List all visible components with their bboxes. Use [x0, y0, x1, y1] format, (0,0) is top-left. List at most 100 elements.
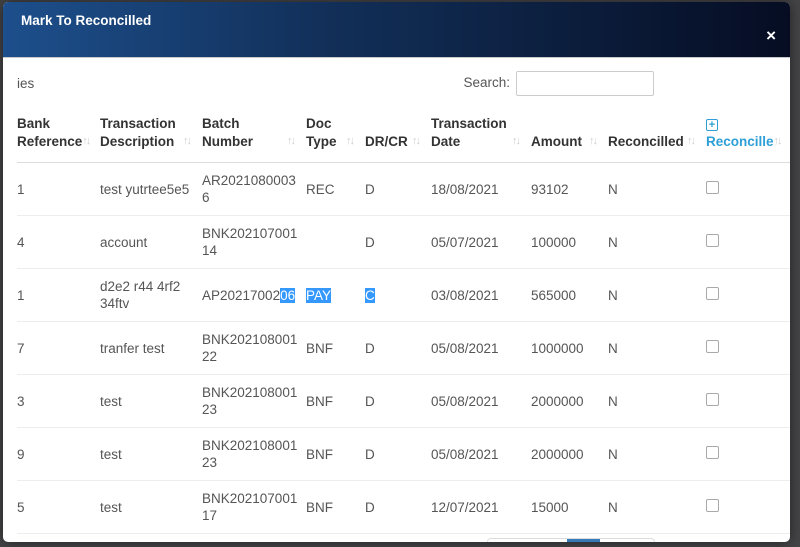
- column-label: Reference: [17, 133, 82, 150]
- column-header-reconcilled[interactable]: Reconcilled↑↓: [608, 109, 706, 163]
- cell-amount: 15000: [531, 481, 608, 534]
- column-header-batch_number[interactable]: BatchNumber↑↓: [202, 109, 306, 163]
- column-label: Type: [306, 133, 337, 150]
- cell-bank-reference: 3: [17, 375, 100, 428]
- column-header-top-line: Batch: [202, 115, 296, 133]
- reconcile-checkbox[interactable]: [706, 340, 719, 353]
- pagination-page-1[interactable]: 1: [567, 539, 601, 542]
- cell-batch-number: BNK20210700117: [202, 481, 306, 534]
- cell-transaction-description: d2e2 r44 4rf2 34ftv: [100, 269, 202, 322]
- cell-transaction-date: 05/08/2021: [431, 322, 531, 375]
- pagination-next[interactable]: Next: [600, 539, 654, 542]
- cell-batch-number: AR20210800036: [202, 163, 306, 216]
- reconcile-checkbox[interactable]: [706, 234, 719, 247]
- column-label: Reconcille: [706, 133, 774, 150]
- cell-amount: 93102: [531, 163, 608, 216]
- cell-reconcilled: N: [608, 428, 706, 481]
- cell-reconcilled: N: [608, 163, 706, 216]
- cell-batch-number: AP2021700206: [202, 269, 306, 322]
- sort-icon: ↑↓: [589, 133, 598, 150]
- cell-bank-reference: 1: [17, 163, 100, 216]
- cell-doc-type: BNF: [306, 428, 365, 481]
- sort-icon: ↑↓: [774, 133, 783, 150]
- column-header-dr_cr[interactable]: DR/CR↑↓: [365, 109, 431, 163]
- column-header-transaction_date[interactable]: TransactionDate ↑↓: [431, 109, 531, 163]
- close-icon[interactable]: ×: [766, 28, 776, 44]
- column-header-top-line: Transaction: [100, 115, 192, 133]
- table-header-row: BankReference↑↓TransactionDescription↑↓B…: [17, 109, 790, 163]
- column-header-top-line: Transaction: [431, 115, 521, 133]
- sort-icon: ↑↓: [82, 133, 91, 150]
- column-header-transaction_description[interactable]: TransactionDescription ↑↓: [100, 109, 202, 163]
- pagination-previous[interactable]: Previous: [488, 539, 567, 542]
- column-header-top-line: +: [706, 115, 781, 133]
- search-label: Search:: [463, 75, 510, 90]
- sort-icon: ↑↓: [687, 133, 696, 150]
- column-header-top-line: [531, 115, 598, 133]
- entries-text-clipped: ies: [17, 76, 34, 91]
- search-input[interactable]: [516, 71, 654, 96]
- table-toolbar: ies Search:: [17, 73, 778, 101]
- cell-transaction-date: 05/07/2021: [431, 216, 531, 269]
- table-row: 9testBNK20210800123BNFD05/08/20212000000…: [17, 428, 790, 481]
- cell-bank-reference: 4: [17, 216, 100, 269]
- reconcile-checkbox[interactable]: [706, 181, 719, 194]
- cell-batch-number: BNK20210700114: [202, 216, 306, 269]
- reconcile-checkbox[interactable]: [706, 446, 719, 459]
- column-header-amount[interactable]: Amount↑↓: [531, 109, 608, 163]
- column-label: Reconcilled: [608, 133, 684, 150]
- reconcile-checkbox[interactable]: [706, 499, 719, 512]
- sort-icon: ↑↓: [183, 133, 192, 150]
- cell-dr-cr: D: [365, 428, 431, 481]
- sort-icon: ↑↓: [412, 133, 421, 150]
- cell-amount: 2000000: [531, 428, 608, 481]
- cell-reconcile: [706, 481, 790, 534]
- cell-dr-cr: D: [365, 216, 431, 269]
- cell-transaction-date: 18/08/2021: [431, 163, 531, 216]
- cell-doc-type: [306, 216, 365, 269]
- dialog-header: Mark To Reconcilled ×: [3, 2, 790, 58]
- table-body: 1test yutrtee5e5AR20210800036RECD18/08/2…: [17, 163, 790, 534]
- cell-bank-reference: 5: [17, 481, 100, 534]
- table-row: 1test yutrtee5e5AR20210800036RECD18/08/2…: [17, 163, 790, 216]
- reconcile-checkbox[interactable]: [706, 287, 719, 300]
- dialog-body: ies Search: BankReference↑↓TransactionDe…: [3, 58, 790, 542]
- cell-reconcile: [706, 375, 790, 428]
- column-label: Date: [431, 133, 460, 150]
- column-header-top-line: [608, 115, 696, 133]
- selected-text: C: [365, 288, 375, 303]
- sort-icon: ↑↓: [512, 133, 521, 150]
- cell-bank-reference: 7: [17, 322, 100, 375]
- cell-amount: 2000000: [531, 375, 608, 428]
- column-header-bank_reference[interactable]: BankReference↑↓: [17, 109, 100, 163]
- table-row: 4accountBNK20210700114D05/07/2021100000N: [17, 216, 790, 269]
- column-header-doc_type[interactable]: DocType↑↓: [306, 109, 365, 163]
- cell-dr-cr: D: [365, 481, 431, 534]
- cell-reconcilled: N: [608, 269, 706, 322]
- cell-amount: 100000: [531, 216, 608, 269]
- cell-bank-reference: 9: [17, 428, 100, 481]
- column-label: Number: [202, 133, 253, 150]
- cell-dr-cr: D: [365, 375, 431, 428]
- dialog-title: Mark To Reconcilled: [21, 13, 151, 28]
- column-header-reconcile[interactable]: + Reconcille↑↓: [706, 109, 790, 163]
- cell-transaction-description: test: [100, 481, 202, 534]
- reconcile-checkbox[interactable]: [706, 393, 719, 406]
- cell-doc-type: PAY: [306, 269, 365, 322]
- table-row: 1d2e2 r44 4rf2 34ftvAP2021700206PAYC03/0…: [17, 269, 790, 322]
- cell-dr-cr: D: [365, 322, 431, 375]
- cell-reconcilled: N: [608, 322, 706, 375]
- plus-box-icon[interactable]: +: [706, 119, 718, 131]
- column-header-top-line: [365, 115, 421, 133]
- cell-batch-number: BNK20210800123: [202, 375, 306, 428]
- cell-transaction-date: 05/08/2021: [431, 375, 531, 428]
- cell-reconcile: [706, 163, 790, 216]
- cell-bank-reference: 1: [17, 269, 100, 322]
- cell-reconcile: [706, 428, 790, 481]
- column-label: Description: [100, 133, 174, 150]
- cell-transaction-date: 05/08/2021: [431, 428, 531, 481]
- table-footer-bar: ies Previous 1 Next: [17, 538, 778, 542]
- cell-doc-type: BNF: [306, 322, 365, 375]
- pagination: Previous 1 Next: [487, 538, 655, 542]
- cell-doc-type: BNF: [306, 481, 365, 534]
